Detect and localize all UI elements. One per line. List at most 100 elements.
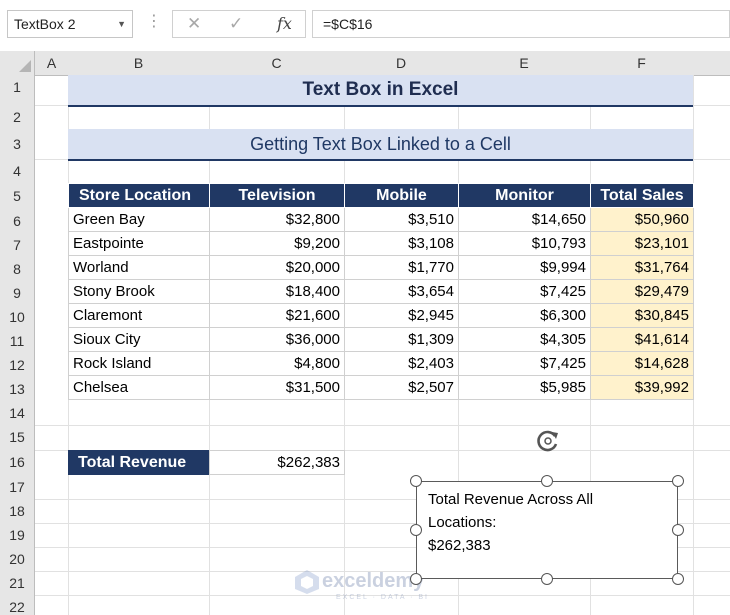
row-header[interactable]: 6 [0, 209, 35, 234]
header-monitor[interactable]: Monitor [458, 183, 591, 208]
header-mobile[interactable]: Mobile [344, 183, 459, 208]
cell-television[interactable]: $20,000 [209, 255, 345, 280]
rotate-handle-icon[interactable] [535, 428, 561, 454]
name-box[interactable]: TextBox 2 ▼ [7, 10, 133, 38]
insert-function-icon[interactable]: fx [277, 14, 292, 34]
cell-mobile[interactable]: $2,945 [344, 303, 459, 328]
resize-handle-top-right[interactable] [672, 475, 684, 487]
row-header[interactable]: 15 [0, 425, 35, 451]
cancel-icon[interactable]: ✕ [187, 14, 201, 34]
cell-television[interactable]: $31,500 [209, 375, 345, 400]
cell-monitor[interactable]: $9,994 [458, 255, 591, 280]
table-row: Green Bay $32,800 $3,510 $14,650 $50,960 [68, 207, 694, 232]
cell-mobile[interactable]: $3,108 [344, 231, 459, 256]
more-options-icon[interactable]: ⋮ [146, 12, 162, 32]
cell-mobile[interactable]: $3,654 [344, 279, 459, 304]
cell-total-sales[interactable]: $39,992 [590, 375, 694, 400]
cell-total-sales[interactable]: $29,479 [590, 279, 694, 304]
cell-mobile[interactable]: $2,507 [344, 375, 459, 400]
cell-monitor[interactable]: $4,305 [458, 327, 591, 352]
cell-total-sales[interactable]: $50,960 [590, 207, 694, 232]
cell-mobile[interactable]: $1,309 [344, 327, 459, 352]
cell-television[interactable]: $18,400 [209, 279, 345, 304]
cell-television[interactable]: $36,000 [209, 327, 345, 352]
cell-total-sales[interactable]: $30,845 [590, 303, 694, 328]
cell-total-sales[interactable]: $14,628 [590, 351, 694, 376]
column-header-b[interactable]: B [68, 51, 210, 76]
cell-monitor[interactable]: $7,425 [458, 351, 591, 376]
cell-total-sales[interactable]: $31,764 [590, 255, 694, 280]
sheet-title[interactable]: Text Box in Excel [68, 75, 693, 107]
row-header[interactable]: 22 [0, 595, 35, 615]
text-box-line: Total Revenue Across All [428, 491, 594, 508]
row-header[interactable]: 20 [0, 547, 35, 572]
row-header[interactable]: 13 [0, 377, 35, 402]
row-header[interactable]: 17 [0, 475, 35, 500]
cell-store[interactable]: Rock Island [68, 351, 210, 376]
row-header[interactable]: 10 [0, 305, 35, 330]
cell-store[interactable]: Green Bay [68, 207, 210, 232]
select-all-corner[interactable] [0, 51, 35, 76]
column-header-a[interactable]: A [35, 51, 69, 76]
row-header[interactable]: 16 [0, 450, 35, 476]
column-header-d[interactable]: D [344, 51, 459, 76]
cell-store[interactable]: Worland [68, 255, 210, 280]
resize-handle-bottom-right[interactable] [672, 573, 684, 585]
cell-store[interactable]: Chelsea [68, 375, 210, 400]
cell-total-sales[interactable]: $23,101 [590, 231, 694, 256]
cell-mobile[interactable]: $2,403 [344, 351, 459, 376]
cell-monitor[interactable]: $14,650 [458, 207, 591, 232]
chevron-down-icon[interactable]: ▼ [117, 11, 126, 37]
row-header[interactable]: 21 [0, 571, 35, 596]
cell-store[interactable]: Eastpointe [68, 231, 210, 256]
resize-handle-right[interactable] [672, 524, 684, 536]
cell-monitor[interactable]: $5,985 [458, 375, 591, 400]
cell-monitor[interactable]: $7,425 [458, 279, 591, 304]
row-header[interactable]: 4 [0, 159, 35, 184]
row-header[interactable]: 2 [0, 105, 35, 130]
cell-total-sales[interactable]: $41,614 [590, 327, 694, 352]
row-header[interactable]: 19 [0, 523, 35, 548]
cell-store[interactable]: Stony Brook [68, 279, 210, 304]
row-header-gap [0, 99, 35, 105]
row-header[interactable]: 3 [0, 129, 35, 160]
header-store-location[interactable]: Store Location [68, 183, 210, 208]
resize-handle-left[interactable] [410, 524, 422, 536]
row-header[interactable]: 12 [0, 353, 35, 378]
column-header-c[interactable]: C [209, 51, 345, 76]
cell-mobile[interactable]: $3,510 [344, 207, 459, 232]
resize-handle-bottom-left[interactable] [410, 573, 422, 585]
cell-monitor[interactable]: $10,793 [458, 231, 591, 256]
row-header[interactable]: 7 [0, 233, 35, 258]
cell-television[interactable]: $32,800 [209, 207, 345, 232]
cell-television[interactable]: $21,600 [209, 303, 345, 328]
row-header[interactable]: 18 [0, 499, 35, 524]
cell-store[interactable]: Sioux City [68, 327, 210, 352]
row-header[interactable]: 11 [0, 329, 35, 354]
total-revenue-value[interactable]: $262,383 [209, 450, 345, 475]
row-header[interactable]: 9 [0, 281, 35, 306]
header-television[interactable]: Television [209, 183, 345, 208]
header-total-sales[interactable]: Total Sales [590, 183, 694, 208]
enter-icon[interactable]: ✓ [229, 14, 243, 34]
resize-handle-bottom[interactable] [541, 573, 553, 585]
resize-handle-top-left[interactable] [410, 475, 422, 487]
cell-store[interactable]: Claremont [68, 303, 210, 328]
row-header[interactable]: 5 [0, 183, 35, 210]
resize-handle-top[interactable] [541, 475, 553, 487]
formula-input[interactable]: =$C$16 [312, 10, 730, 38]
cell-mobile[interactable]: $1,770 [344, 255, 459, 280]
cell-monitor[interactable]: $6,300 [458, 303, 591, 328]
row-header[interactable]: 14 [0, 401, 35, 426]
column-header-g[interactable] [693, 51, 730, 76]
total-revenue-label[interactable]: Total Revenue [68, 450, 209, 475]
sheet-subtitle[interactable]: Getting Text Box Linked to a Cell [68, 129, 693, 161]
column-header-e[interactable]: E [458, 51, 591, 76]
cell-television[interactable]: $4,800 [209, 351, 345, 376]
row-header[interactable]: 1 [0, 75, 35, 100]
cell-television[interactable]: $9,200 [209, 231, 345, 256]
row-header[interactable]: 8 [0, 257, 35, 282]
linked-text-box[interactable]: Total Revenue Across All Locations: $262… [416, 481, 678, 579]
column-header-f[interactable]: F [590, 51, 694, 76]
table-row: Claremont $21,600 $2,945 $6,300 $30,845 [68, 303, 694, 328]
